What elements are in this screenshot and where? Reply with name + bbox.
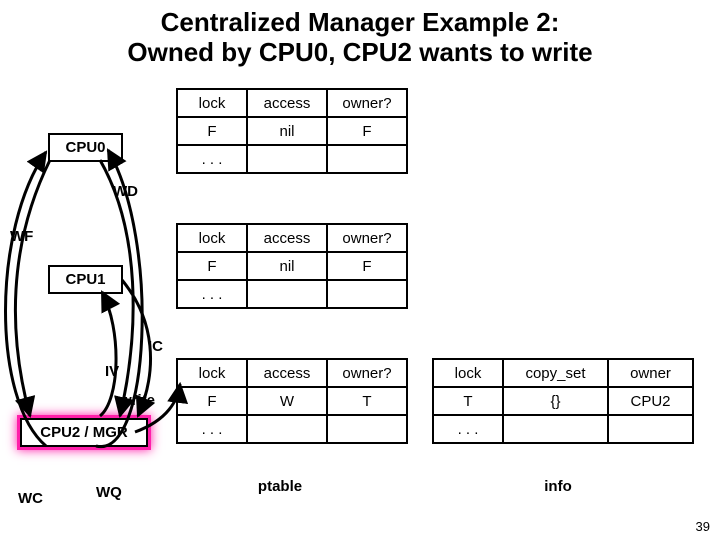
cpu0-owner: F — [327, 117, 407, 145]
info-owner: CPU2 — [608, 387, 693, 415]
cpu1-h-access: access — [247, 224, 327, 252]
cpu2-h-owner: owner? — [327, 359, 407, 387]
cpu1-ellipsis: . . . — [177, 280, 247, 308]
info-copyset: {} — [503, 387, 608, 415]
cpu1-box: CPU1 — [48, 265, 123, 294]
cpu0-box: CPU0 — [48, 133, 123, 162]
slide-number: 39 — [696, 519, 710, 534]
info-h-copyset: copy_set — [503, 359, 608, 387]
cpu0-access: nil — [247, 117, 327, 145]
msg-IV: IV — [105, 363, 119, 380]
arrow-WF — [15, 160, 50, 416]
info-lock: T — [433, 387, 503, 415]
cpu2-h-lock: lock — [177, 359, 247, 387]
cpu2-h-access: access — [247, 359, 327, 387]
cpu1-h-lock: lock — [177, 224, 247, 252]
title-line1: Centralized Manager Example 2: — [161, 7, 560, 37]
msg-write: write — [120, 392, 155, 409]
arrow-IV — [100, 292, 116, 416]
cpu0-h-access: access — [247, 89, 327, 117]
title-line2: Owned by CPU0, CPU2 wants to write — [127, 37, 592, 67]
cpu0-lock: F — [177, 117, 247, 145]
cpu2-mgr-box: CPU2 / MGR — [20, 418, 148, 447]
ptable-caption: ptable — [230, 478, 330, 495]
info-ellipsis: . . . — [433, 415, 503, 443]
arrow-WC — [6, 152, 47, 446]
cpu2-lock: F — [177, 387, 247, 415]
msg-WC: WC — [18, 490, 43, 507]
cpu0-ellipsis: . . . — [177, 145, 247, 173]
msg-WD: WD — [113, 183, 138, 200]
slide-title: Centralized Manager Example 2: Owned by … — [0, 8, 720, 68]
info-h-lock: lock — [433, 359, 503, 387]
cpu1-lock: F — [177, 252, 247, 280]
cpu0-h-lock: lock — [177, 89, 247, 117]
cpu2-ellipsis: . . . — [177, 415, 247, 443]
cpu2-owner: T — [327, 387, 407, 415]
cpu1-owner: F — [327, 252, 407, 280]
info-caption: info — [518, 478, 598, 495]
msg-IC: IC — [148, 338, 163, 355]
info-h-owner: owner — [608, 359, 693, 387]
cpu0-h-owner: owner? — [327, 89, 407, 117]
cpu1-table: lock access owner? F nil F . . . — [176, 223, 408, 309]
msg-WF: WF — [10, 228, 33, 245]
cpu1-h-owner: owner? — [327, 224, 407, 252]
msg-WQ: WQ — [96, 484, 122, 501]
cpu0-table: lock access owner? F nil F . . . — [176, 88, 408, 174]
info-table: lock copy_set owner T {} CPU2 . . . — [432, 358, 694, 444]
cpu1-access: nil — [247, 252, 327, 280]
cpu2-access: W — [247, 387, 327, 415]
cpu2-table: lock access owner? F W T . . . — [176, 358, 408, 444]
